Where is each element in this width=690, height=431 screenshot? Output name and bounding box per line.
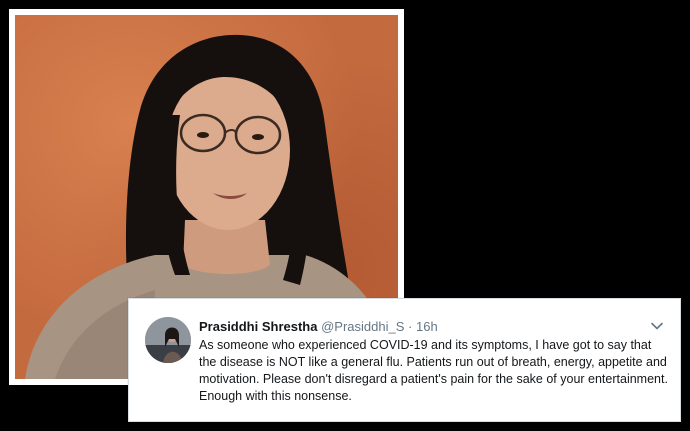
tweet-header: Prasiddhi Shrestha @Prasiddhi_S · 16h	[199, 319, 640, 335]
chevron-down-icon[interactable]	[650, 319, 664, 333]
tweet-timestamp[interactable]: 16h	[416, 319, 438, 334]
avatar[interactable]	[145, 317, 191, 363]
author-name[interactable]: Prasiddhi Shrestha	[199, 319, 317, 334]
tweet-card[interactable]: Prasiddhi Shrestha @Prasiddhi_S · 16h As…	[128, 298, 681, 422]
separator-dot: ·	[408, 319, 413, 334]
avatar-image	[145, 317, 191, 363]
author-handle[interactable]: @Prasiddhi_S	[321, 319, 404, 334]
tweet-text: As someone who experienced COVID-19 and …	[199, 338, 668, 403]
